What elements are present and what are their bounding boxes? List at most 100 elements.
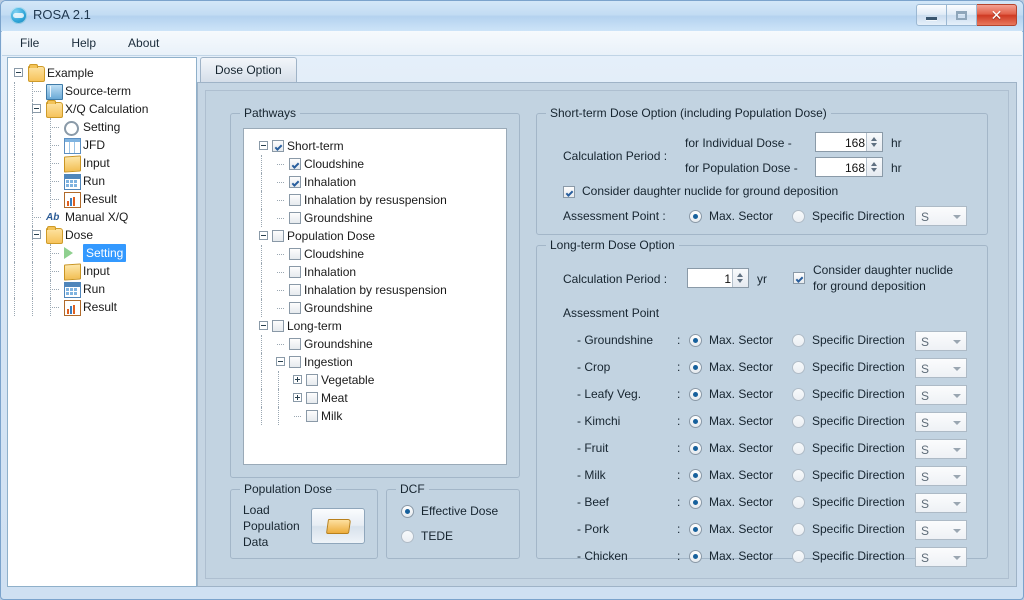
chevron-down-icon[interactable] <box>953 340 961 344</box>
tree-item-run[interactable]: Run <box>8 172 196 190</box>
radio-max-sector[interactable] <box>689 334 702 347</box>
radio-specific-direction[interactable] <box>792 469 805 482</box>
pathway-expander-plus-icon[interactable] <box>293 375 302 384</box>
chevron-down-icon[interactable] <box>953 529 961 533</box>
pathway-checkbox[interactable] <box>306 392 318 404</box>
radio-tede[interactable] <box>401 530 414 543</box>
pathway-item-groundshine[interactable]: Groundshine <box>244 335 506 353</box>
chevron-down-icon[interactable] <box>953 215 961 219</box>
pathway-expander-minus-icon[interactable] <box>259 231 268 240</box>
pathway-item-cloudshine[interactable]: Cloudshine <box>244 155 506 173</box>
tree-item-run[interactable]: Run <box>8 280 196 298</box>
pathway-item-inhalation[interactable]: Inhalation <box>244 173 506 191</box>
long-term-direction-combo[interactable]: S <box>915 358 967 378</box>
radio-max-sector[interactable] <box>689 361 702 374</box>
pathway-checkbox[interactable] <box>306 374 318 386</box>
radio-max-sector[interactable] <box>689 496 702 509</box>
chevron-down-icon[interactable] <box>953 502 961 506</box>
tree-item-input[interactable]: Input <box>8 154 196 173</box>
radio-specific-direction[interactable] <box>792 496 805 509</box>
pathway-checkbox[interactable] <box>289 284 301 296</box>
short-term-direction-combo[interactable]: S <box>915 206 967 226</box>
radio-specific-direction[interactable] <box>792 334 805 347</box>
pathways-tree[interactable]: Short-term Cloudshine Inhalation Inhalation… <box>243 128 507 465</box>
long-term-direction-combo[interactable]: S <box>915 439 967 459</box>
long-term-spin-arrows-icon[interactable] <box>732 269 748 287</box>
pathway-item-population-dose[interactable]: Population Dose <box>244 227 506 245</box>
pathway-item-meat[interactable]: Meat <box>244 389 506 407</box>
load-population-data-button[interactable] <box>311 508 365 544</box>
pathway-checkbox[interactable] <box>306 410 318 422</box>
tree-item-manual-x-q[interactable]: Ab Manual X/Q <box>8 208 196 226</box>
tree-item-setting[interactable]: Setting <box>8 118 196 136</box>
radio-max-sector[interactable] <box>689 442 702 455</box>
pathway-checkbox[interactable] <box>289 338 301 350</box>
tree-item-x-q-calculation[interactable]: X/Q Calculation <box>8 100 196 118</box>
long-term-direction-combo[interactable]: S <box>915 385 967 405</box>
long-term-direction-combo[interactable]: S <box>915 493 967 513</box>
radio-effective-dose[interactable] <box>401 505 414 518</box>
pathway-item-groundshine[interactable]: Groundshine <box>244 209 506 227</box>
long-term-direction-combo[interactable]: S <box>915 520 967 540</box>
tree-item-example[interactable]: Example <box>8 64 196 82</box>
population-dose-period-spinner[interactable]: 168 <box>815 157 883 177</box>
radio-max-sector[interactable] <box>689 550 702 563</box>
pathway-item-inhalation-by-resuspension[interactable]: Inhalation by resuspension <box>244 281 506 299</box>
chevron-down-icon[interactable] <box>953 367 961 371</box>
long-term-period-spinner[interactable]: 1 <box>687 268 749 288</box>
tab-dose-option[interactable]: Dose Option <box>200 57 297 83</box>
radio-max-sector[interactable] <box>689 523 702 536</box>
radio-specific-direction[interactable] <box>792 361 805 374</box>
chevron-down-icon[interactable] <box>953 394 961 398</box>
tree-item-setting[interactable]: Setting <box>8 244 196 262</box>
menu-item-about[interactable]: About <box>124 34 163 52</box>
pathway-checkbox[interactable] <box>289 158 301 170</box>
pathway-item-groundshine[interactable]: Groundshine <box>244 299 506 317</box>
menu-item-help[interactable]: Help <box>67 34 100 52</box>
long-term-direction-combo[interactable]: S <box>915 547 967 567</box>
tree-item-dose[interactable]: Dose <box>8 226 196 244</box>
chevron-down-icon[interactable] <box>953 421 961 425</box>
pathway-item-ingestion[interactable]: Ingestion <box>244 353 506 371</box>
minimize-button[interactable] <box>916 4 947 26</box>
pathway-item-short-term[interactable]: Short-term <box>244 137 506 155</box>
individual-dose-spin-arrows-icon[interactable] <box>866 133 882 151</box>
menu-item-file[interactable]: File <box>16 34 43 52</box>
long-term-direction-combo[interactable]: S <box>915 412 967 432</box>
radio-short-term-max-sector[interactable] <box>689 210 702 223</box>
tree-item-source-term[interactable]: Source-term <box>8 82 196 100</box>
long-term-direction-combo[interactable]: S <box>915 466 967 486</box>
pathway-expander-minus-icon[interactable] <box>276 357 285 366</box>
pathway-item-cloudshine[interactable]: Cloudshine <box>244 245 506 263</box>
tree-item-jfd[interactable]: JFD <box>8 136 196 154</box>
checkbox-daughter-nuclide-short-term[interactable] <box>563 186 575 198</box>
radio-specific-direction[interactable] <box>792 442 805 455</box>
radio-max-sector[interactable] <box>689 415 702 428</box>
pathway-checkbox[interactable] <box>289 176 301 188</box>
tree-expander-minus-icon[interactable] <box>32 104 41 113</box>
pathway-item-inhalation-by-resuspension[interactable]: Inhalation by resuspension <box>244 191 506 209</box>
population-dose-spin-arrows-icon[interactable] <box>866 158 882 176</box>
chevron-down-icon[interactable] <box>953 556 961 560</box>
pathway-checkbox[interactable] <box>289 212 301 224</box>
individual-dose-period-spinner[interactable]: 168 <box>815 132 883 152</box>
pathway-checkbox[interactable] <box>272 140 284 152</box>
tree-item-result[interactable]: Result <box>8 190 196 208</box>
pathway-item-vegetable[interactable]: Vegetable <box>244 371 506 389</box>
pathway-item-milk[interactable]: Milk <box>244 407 506 425</box>
close-button[interactable]: ✕ <box>977 4 1017 26</box>
pathway-checkbox[interactable] <box>289 356 301 368</box>
pathway-expander-minus-icon[interactable] <box>259 141 268 150</box>
radio-max-sector[interactable] <box>689 388 702 401</box>
radio-specific-direction[interactable] <box>792 550 805 563</box>
radio-specific-direction[interactable] <box>792 388 805 401</box>
radio-specific-direction[interactable] <box>792 523 805 536</box>
pathway-item-inhalation[interactable]: Inhalation <box>244 263 506 281</box>
chevron-down-icon[interactable] <box>953 448 961 452</box>
pathway-checkbox[interactable] <box>289 194 301 206</box>
tree-expander-minus-icon[interactable] <box>14 68 23 77</box>
tree-expander-minus-icon[interactable] <box>32 230 41 239</box>
radio-short-term-specific-direction[interactable] <box>792 210 805 223</box>
checkbox-daughter-nuclide-long-term[interactable] <box>793 272 805 284</box>
long-term-direction-combo[interactable]: S <box>915 331 967 351</box>
